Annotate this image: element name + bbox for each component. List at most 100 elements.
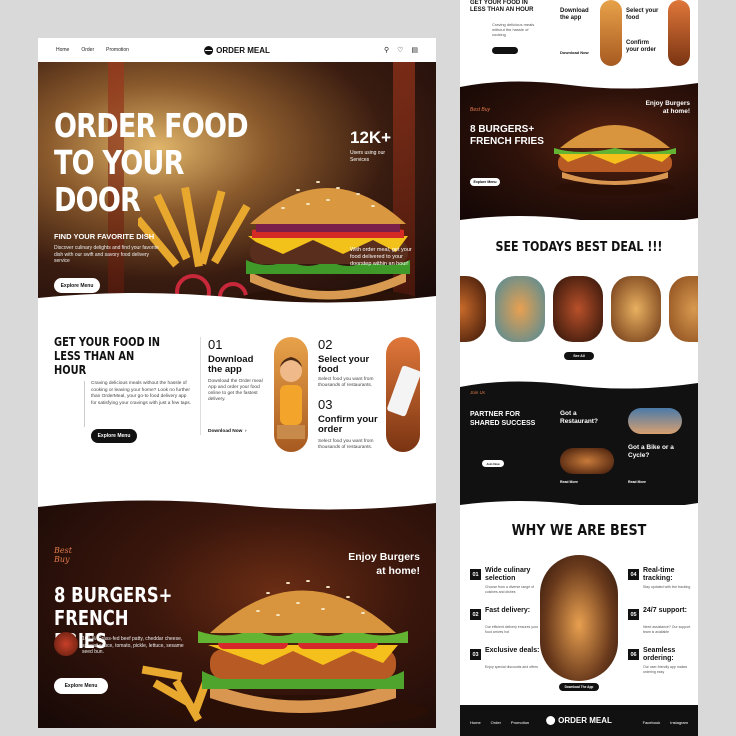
delivery-person-illustration: [277, 357, 305, 439]
why-best-title: WHY WE ARE BEST: [511, 521, 647, 539]
step-title: Download the app: [208, 354, 254, 375]
wave-divider: [460, 380, 698, 389]
best-buy-script: Best Buy: [54, 546, 72, 564]
partner-section: Join Us PARTNER FOR SHARED SUCCESS Join …: [460, 380, 698, 510]
feature-title: Seamless ordering:: [643, 647, 676, 662]
wave-divider: [460, 216, 698, 226]
read-more-link[interactable]: Read More: [628, 480, 646, 485]
food-app-image: [386, 337, 420, 452]
users-stat: 12K+: [350, 128, 392, 147]
footer-brand-name: ORDER MEAL: [558, 716, 612, 725]
download-now-link[interactable]: Download Now: [560, 50, 589, 55]
top-navigation: Home Order Promotion ORDER MEAL ⚲ ♡ ▤: [38, 38, 436, 62]
nav-link-promotion[interactable]: Promotion: [106, 47, 129, 53]
footer-links: Home Order Promotion: [470, 720, 529, 725]
search-icon[interactable]: ⚲: [384, 46, 389, 54]
delivery-person-image: [274, 337, 308, 452]
dish-icon: [204, 45, 214, 55]
download-now-link[interactable]: Download Now ›: [208, 429, 247, 435]
brand-logo[interactable]: ORDER MEAL: [204, 45, 270, 55]
hero-title-line: TO YOUR DOOR: [54, 143, 184, 219]
burger-meal-image: [540, 555, 618, 681]
restaurant-image: [560, 448, 614, 474]
deal-card[interactable]: [669, 276, 698, 342]
burger-thumbnail: [54, 632, 78, 656]
nav-icons: ⚲ ♡ ▤: [384, 46, 418, 54]
join-now-button[interactable]: Join Now: [482, 460, 504, 467]
chevron-right-icon: ›: [243, 429, 247, 434]
step-number: 01: [208, 337, 223, 352]
feature-title: Real-time tracking:: [643, 567, 675, 582]
explore-menu-button[interactable]: Explore Menu: [91, 429, 137, 443]
overview-step1: Download the app: [560, 8, 589, 21]
promo-title-line: FRENCH FRIES: [470, 136, 544, 147]
feature-title: Fast delivery:: [485, 607, 531, 614]
step-number: 02: [318, 337, 333, 352]
landing-page-main: Home Order Promotion ORDER MEAL ⚲ ♡ ▤ OR…: [38, 38, 436, 728]
cart-icon[interactable]: ▤: [411, 46, 418, 54]
best-buy-script: Best Buy: [470, 107, 491, 113]
overview-step3: Confirm your order: [626, 40, 657, 53]
step-description: Download the Order meal App and order yo…: [208, 379, 263, 402]
feature-number: 06: [628, 649, 639, 660]
deal-card[interactable]: [460, 276, 486, 342]
step-description: Select food you want from thousands of r…: [318, 439, 374, 450]
step-title: Confirm your order: [318, 414, 378, 435]
enjoy-line: Enjoy Burgers: [348, 551, 420, 563]
feature-number: 03: [470, 649, 481, 660]
restaurant-question: Got a Restaurant?: [560, 410, 598, 425]
feature-description: Enjoy special discounts and offers: [485, 665, 538, 669]
heart-icon[interactable]: ♡: [397, 46, 403, 54]
step-number: 03: [318, 397, 333, 412]
read-more-link[interactable]: Read More: [560, 480, 578, 485]
how-description: Craving delicious meals without the hass…: [91, 381, 191, 406]
step-description: Select food you want from thousands of r…: [318, 377, 374, 388]
how-title: GET YOUR FOOD IN LESS THAN AN HOUR: [54, 335, 161, 377]
phone-illustration: [387, 365, 420, 417]
divider-line: [200, 337, 201, 435]
chicken-burger-image: [554, 125, 676, 195]
deal-card[interactable]: [553, 276, 603, 342]
hero-description: Discover culinary delights and find your…: [54, 245, 159, 264]
hero-title-line: ORDER FOOD: [54, 106, 249, 145]
landing-page-overview: GET YOUR FOOD IN LESS THAN AN HOUR Cravi…: [460, 0, 698, 736]
feature-description: Our user-friendly app makes ordering eas…: [643, 665, 688, 674]
see-all-button[interactable]: See All: [564, 352, 594, 360]
footer-logo[interactable]: ORDER MEAL: [546, 716, 612, 725]
best-deals-section: SEE TODAYS BEST DEAL !!! See All: [460, 216, 698, 380]
users-stat-label: Users using our Services: [350, 150, 386, 163]
script-line: Buy: [54, 555, 70, 564]
footer-link-promotion[interactable]: Promotion: [511, 720, 529, 725]
why-best-section: WHY WE ARE BEST 01 Wide culinary selecti…: [460, 501, 698, 705]
hero-title: ORDER FOOD TO YOUR DOOR: [54, 107, 275, 218]
wave-divider: [38, 293, 436, 307]
food-app-image: [668, 0, 690, 66]
feature-number: 04: [628, 569, 639, 580]
explore-menu-button[interactable]: [492, 47, 518, 54]
instagram-link[interactable]: Instagram: [670, 720, 688, 725]
overview-promo-section: Best Buy 8 BURGERS+ FRENCH FRIES Enjoy B…: [460, 80, 698, 220]
overview-steps-section: GET YOUR FOOD IN LESS THAN AN HOUR Cravi…: [460, 0, 698, 90]
feature-description: Stay updated with live tracking: [643, 585, 691, 589]
enjoy-line: at home!: [376, 565, 420, 577]
feature-title: Wide culinary selection: [485, 567, 531, 582]
promo-title-line: 8 BURGERS+: [470, 124, 535, 135]
deal-card[interactable]: [495, 276, 545, 342]
hero-subtitle: FIND YOUR FAVORITE DISH: [54, 232, 155, 241]
hero-delivery-note: With order meal, get your food delivered…: [350, 247, 412, 267]
courier-image: [628, 408, 682, 434]
promo-title-line: 8 BURGERS+: [54, 583, 173, 607]
explore-menu-button[interactable]: Explore Menu: [470, 178, 500, 186]
feature-title: 24/7 support:: [643, 607, 687, 614]
deal-card[interactable]: [611, 276, 661, 342]
facebook-link[interactable]: Facebook: [643, 720, 661, 725]
nav-link-order[interactable]: Order: [81, 47, 94, 53]
explore-menu-button[interactable]: Explore Menu: [54, 678, 108, 694]
footer-link-home[interactable]: Home: [470, 720, 481, 725]
nav-link-home[interactable]: Home: [56, 47, 69, 53]
footer: Home Order Promotion ORDER MEAL Facebook…: [460, 705, 698, 736]
download-app-button[interactable]: Download The App: [559, 683, 599, 691]
footer-link-order[interactable]: Order: [491, 720, 501, 725]
join-us-script: Join Us: [470, 390, 486, 395]
bike-question: Got a Bike or a Cycle?: [628, 444, 674, 459]
